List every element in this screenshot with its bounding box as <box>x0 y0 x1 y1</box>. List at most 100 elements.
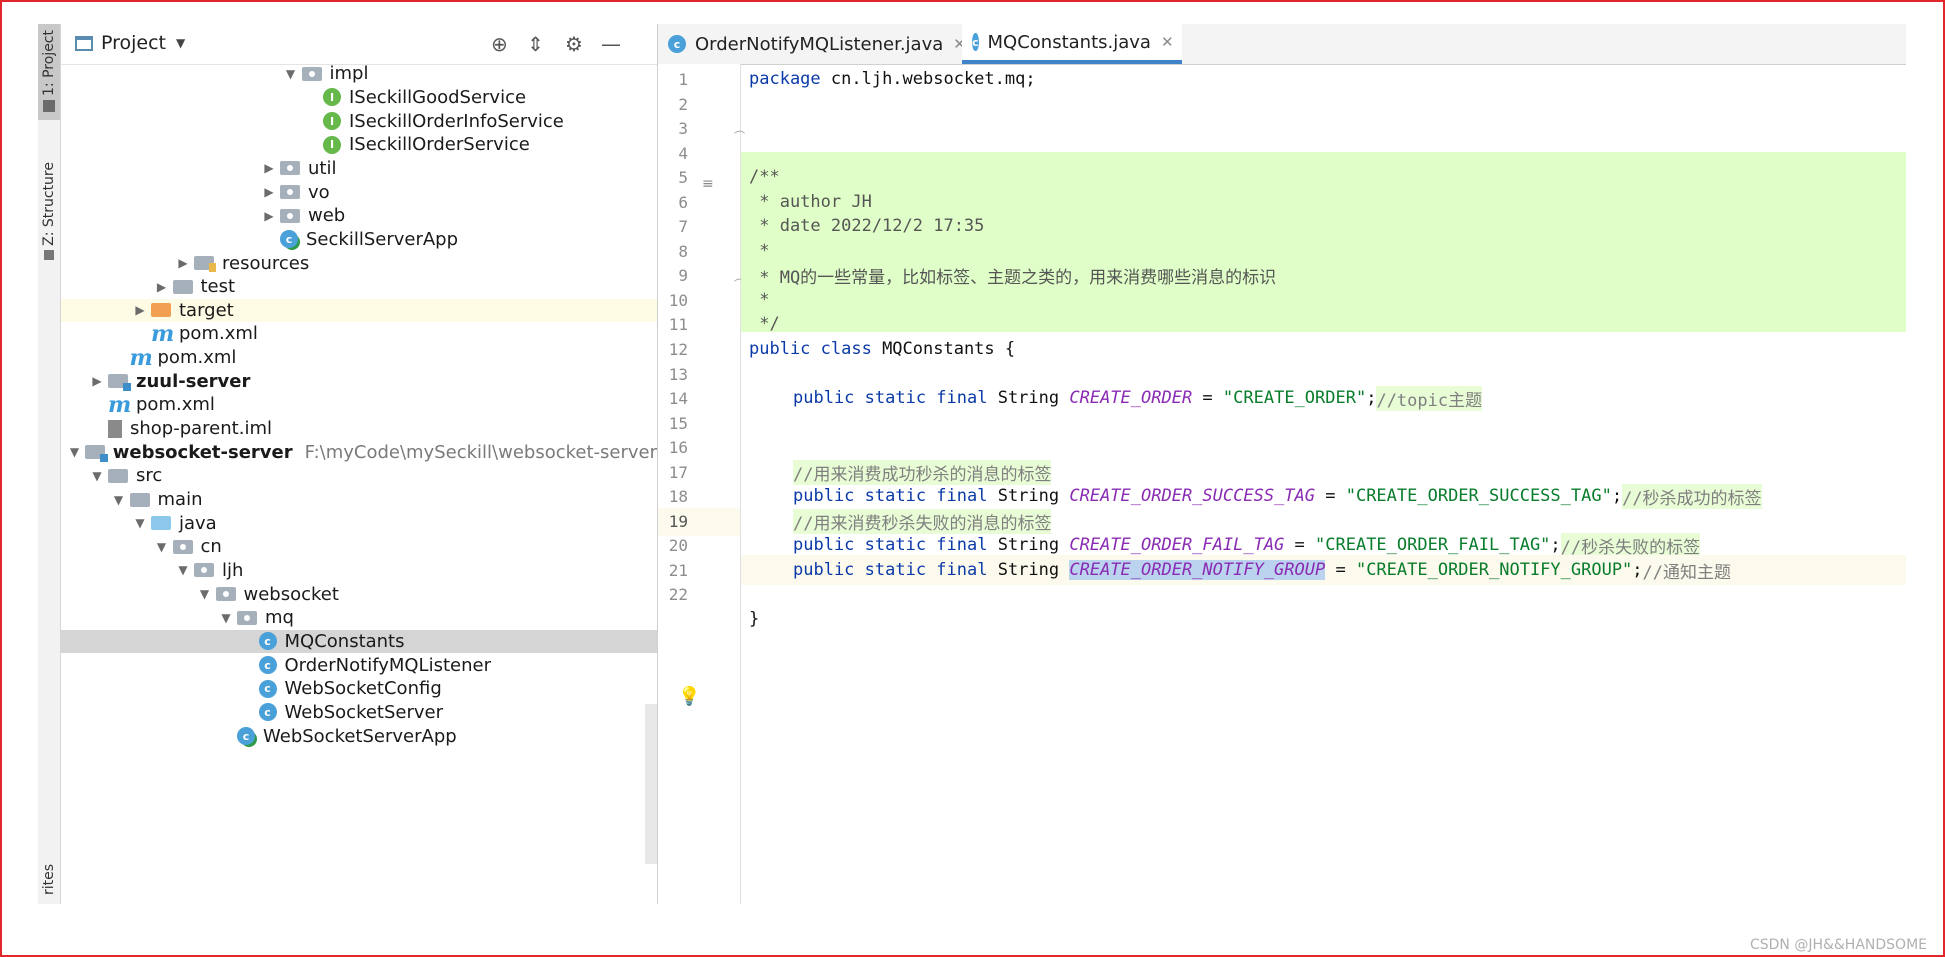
tree-item-label: ISeckillOrderInfoService <box>349 110 564 132</box>
chevron-right-icon[interactable]: ▶ <box>258 209 280 223</box>
line-number: 22 <box>668 585 688 604</box>
tree-item-label: java <box>179 512 217 534</box>
constant-name: CREATE_ORDER <box>1069 388 1193 408</box>
chevron-down-icon[interactable]: ▼ <box>194 587 216 601</box>
tree-item[interactable]: ▼ java <box>61 511 657 535</box>
collapse-all-icon[interactable]: ⇕ <box>527 32 544 56</box>
project-tool-button[interactable]: 1: Project <box>38 24 60 120</box>
line-number: 2 <box>678 95 688 114</box>
tree-item[interactable]: I ISeckillOrderService <box>61 133 657 157</box>
doc-render-icon[interactable]: ≡ <box>702 176 714 192</box>
scrollbar[interactable] <box>645 704 657 864</box>
chevron-right-icon[interactable]: ▶ <box>258 185 280 199</box>
keyword: public static final <box>793 388 988 408</box>
tree-item-label: src <box>136 465 163 487</box>
line-number: 21 <box>668 561 688 580</box>
tree-item[interactable]: ▼ src <box>61 464 657 488</box>
tree-item[interactable]: ▼ ljh <box>61 559 657 583</box>
chevron-down-icon[interactable]: ▼ <box>151 540 173 554</box>
string-literal: "CREATE_ORDER_FAIL_TAG" <box>1315 535 1551 555</box>
tree-item[interactable]: ▶ zuul-server <box>61 369 657 393</box>
tab-order-notify-listener[interactable]: c OrderNotifyMQListener.java ✕ <box>658 24 978 64</box>
project-tree: ▼ impl I ISeckillGoodService I ISeckillOrderI… <box>61 64 657 904</box>
tree-item[interactable]: ▶ resources <box>61 251 657 275</box>
comment: //秒杀失败的标签 <box>1560 532 1701 558</box>
tree-item-label: test <box>200 276 236 298</box>
line-number: 17 <box>668 463 688 482</box>
chevron-down-icon[interactable]: ▼ <box>172 563 194 577</box>
tree-item[interactable]: c WebSocketServer <box>61 701 657 725</box>
tree-item[interactable]: ▼ websocket <box>61 582 657 606</box>
tree-item-label: impl <box>329 64 369 85</box>
tree-item-label: ISeckillGoodService <box>349 86 527 108</box>
chevron-right-icon[interactable]: ▶ <box>129 303 151 317</box>
chevron-down-icon[interactable]: ▼ <box>64 445 84 459</box>
package-folder-icon <box>280 161 300 176</box>
maven-icon: m <box>151 320 175 347</box>
tree-item[interactable]: I ISeckillOrderInfoService <box>61 109 657 133</box>
tree-item[interactable]: m pom.xml <box>61 392 657 418</box>
line-number: 19 <box>668 512 688 531</box>
tree-item[interactable]: ▶ web <box>61 204 657 228</box>
module-path: F:\myCode\mySeckill\websocket-server <box>304 441 657 463</box>
string-literal: "CREATE_ORDER_SUCCESS_TAG" <box>1345 486 1612 506</box>
line-number: 15 <box>668 414 688 433</box>
chevron-down-icon[interactable]: ▼ <box>108 493 130 507</box>
tree-item[interactable]: c OrderNotifyMQListener <box>61 653 657 677</box>
tree-item[interactable]: c MQConstants <box>61 629 657 654</box>
type: String <box>987 388 1070 408</box>
class-icon: c <box>258 679 277 698</box>
chevron-right-icon[interactable]: ▶ <box>86 374 108 388</box>
tree-item[interactable]: ▼ cn <box>61 535 657 559</box>
tree-item[interactable]: ▼ websocket-server F:\myCode\mySeckill\web… <box>61 440 657 464</box>
tree-item[interactable]: m pom.xml <box>61 345 657 371</box>
comment: //topic主题 <box>1376 385 1483 411</box>
tree-item[interactable]: ▼ main <box>61 488 657 512</box>
structure-tool-button[interactable]: Z: Structure <box>38 162 60 282</box>
keyword: public static final <box>793 535 988 555</box>
tree-item-label: SeckillServerApp <box>306 228 459 250</box>
tree-item[interactable]: ▶ target <box>61 298 657 323</box>
line-number: 12 <box>668 340 688 359</box>
code-editor[interactable]: package cn.ljh.websocket.mq; /** * autho… <box>741 64 1906 904</box>
lightbulb-icon[interactable]: 💡 <box>678 686 700 707</box>
tree-item-label: ljh <box>222 559 244 581</box>
tree-item[interactable]: c SeckillServerApp <box>61 228 657 252</box>
string-literal: "CREATE_ORDER_NOTIFY_GROUP" <box>1355 560 1633 580</box>
tree-item[interactable]: m pom.xml <box>61 320 657 347</box>
package-folder-icon <box>237 610 257 625</box>
locate-icon[interactable]: ⊕ <box>491 32 508 56</box>
tree-item[interactable]: c WebSocketServerApp <box>61 724 657 748</box>
minimize-icon[interactable]: — <box>601 32 621 56</box>
chevron-right-icon[interactable]: ▶ <box>172 256 194 270</box>
chevron-down-icon[interactable]: ▼ <box>129 516 151 530</box>
chevron-right-icon[interactable]: ▶ <box>258 161 280 175</box>
tree-item[interactable]: ▼ mq <box>61 606 657 630</box>
line-number: 14 <box>668 389 688 408</box>
package-name: cn.ljh.websocket.mq; <box>820 69 1036 89</box>
tree-item-label: pom.xml <box>136 394 215 416</box>
tree-item-label: util <box>308 157 337 179</box>
tree-item[interactable]: c WebSocketConfig <box>61 677 657 701</box>
tree-item-label: websocket <box>243 583 339 605</box>
tree-item[interactable]: ▼ impl <box>61 64 657 86</box>
class-icon: c <box>258 703 277 722</box>
close-icon[interactable]: ✕ <box>1161 33 1174 51</box>
favorites-tool-button[interactable]: rites <box>38 864 60 904</box>
tree-item-label: main <box>157 489 203 510</box>
chevron-down-icon[interactable]: ▼ <box>86 469 108 483</box>
chevron-down-icon[interactable]: ▼ <box>280 67 302 81</box>
tree-item[interactable]: I ISeckillGoodService <box>61 86 657 110</box>
tab-mq-constants[interactable]: c MQConstants.java ✕ <box>962 24 1182 64</box>
comment: //秒杀成功的标签 <box>1622 483 1762 509</box>
chevron-right-icon[interactable]: ▶ <box>151 280 173 294</box>
tree-item[interactable]: shop-parent.iml <box>61 417 657 441</box>
chevron-down-icon[interactable]: ▼ <box>215 611 237 625</box>
doc-comment: * <box>749 241 770 261</box>
project-view-selector[interactable]: Project ▼ <box>75 32 185 54</box>
gear-icon[interactable]: ⚙ <box>565 32 583 56</box>
editor-area: c OrderNotifyMQListener.java ✕ c MQConst… <box>658 24 1906 904</box>
tree-item[interactable]: ▶ util <box>61 157 657 181</box>
tree-item[interactable]: ▶ vo <box>61 180 657 204</box>
tree-item[interactable]: ▶ test <box>61 275 657 299</box>
